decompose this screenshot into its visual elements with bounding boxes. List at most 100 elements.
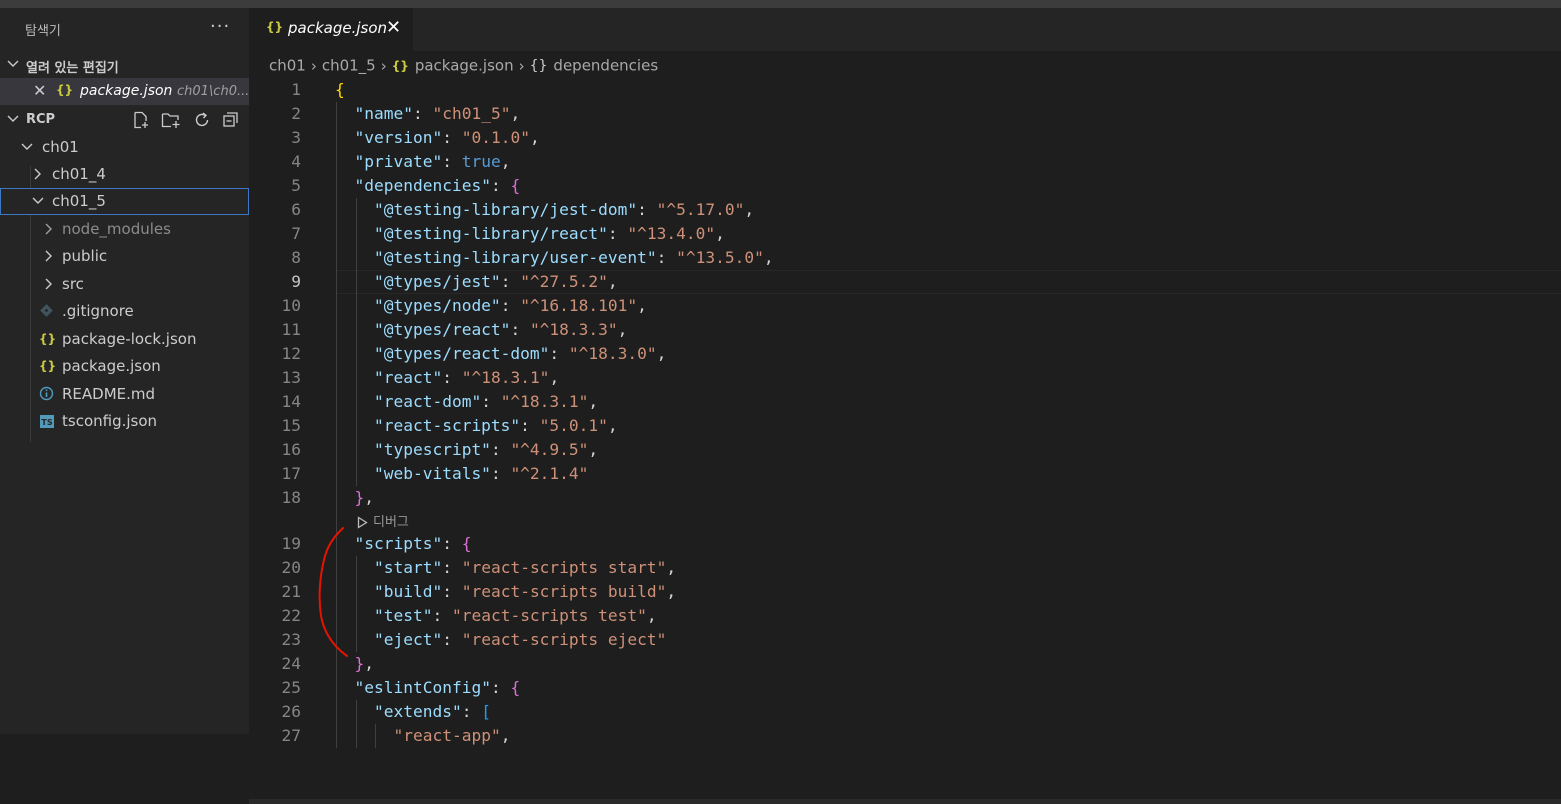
code-line: 23 "eject": "react-scripts eject" <box>249 628 1561 652</box>
indent-guide <box>355 198 357 486</box>
indent-guide <box>375 724 376 748</box>
line-number: 26 <box>281 702 302 721</box>
tree-item-label: tsconfig.json <box>62 412 158 430</box>
code-line: 18 }, <box>249 486 1561 510</box>
info-icon <box>39 386 54 401</box>
line-number: 9 <box>291 272 301 291</box>
close-icon[interactable]: ✕ <box>386 17 401 38</box>
line-text: "@testing-library/user-event": "^13.5.0"… <box>373 248 774 267</box>
chevron-down-icon <box>32 197 44 204</box>
horizontal-scrollbar[interactable] <box>249 799 1561 804</box>
line-number: 19 <box>281 534 302 553</box>
explorer-header: 탐색기 ··· <box>0 8 249 49</box>
chevron-down-icon <box>21 143 33 150</box>
tree-folder-public[interactable]: public <box>0 243 249 270</box>
code-line: 6 "@testing-library/jest-dom": "^5.17.0"… <box>249 198 1561 222</box>
more-actions-icon[interactable]: ··· <box>210 16 230 37</box>
tree-folder-node-modules[interactable]: node_modules <box>0 216 249 243</box>
code-line: 20 "start": "react-scripts start", <box>249 556 1561 580</box>
git-icon <box>40 304 53 317</box>
indent-guide <box>355 556 357 652</box>
open-editor-item-package-json[interactable]: ✕ {} package.json ch01\ch0... <box>0 78 249 105</box>
line-number: 15 <box>281 416 302 435</box>
codelens-label: 디버그 <box>373 515 409 530</box>
code-line: 7 "@testing-library/react": "^13.4.0", <box>249 222 1561 246</box>
code-line: 26 "extends": [ <box>249 700 1561 724</box>
open-editors-section-header[interactable]: 열려 있는 편집기 <box>0 52 249 80</box>
code-line: 3 "version": "0.1.0", <box>249 126 1561 150</box>
explorer-actions <box>132 111 247 133</box>
line-text: "build": "react-scripts build", <box>373 582 677 601</box>
line-text: "@types/jest": "^27.5.2", <box>373 272 618 291</box>
line-text: "name": "ch01_5", <box>354 104 521 123</box>
line-text: }, <box>354 488 375 507</box>
tree-file-gitignore[interactable]: .gitignore <box>0 298 249 325</box>
tree-item-label: ch01 <box>42 138 79 156</box>
typescript-icon: TS <box>40 415 54 428</box>
tree-item-label: README.md <box>62 385 156 403</box>
chevron-right-icon: › <box>518 56 525 75</box>
code-editor[interactable]: 1{ 2 "name": "ch01_5", 3 "version": "0.1.0… <box>249 78 1561 804</box>
tree-file-package-lock-json[interactable]: {} package-lock.json <box>0 326 249 353</box>
line-text: "react-app", <box>393 726 511 745</box>
tree-file-readme-md[interactable]: README.md <box>0 381 249 408</box>
new-folder-icon[interactable] <box>161 111 181 129</box>
line-text: { <box>335 80 345 99</box>
line-text: "test": "react-scripts test", <box>373 606 657 625</box>
chevron-right-icon <box>45 278 52 290</box>
tree-folder-ch01-5[interactable]: ch01_5 <box>0 188 249 215</box>
codelens-debug[interactable]: 디버그 <box>357 511 409 533</box>
code-line: 17 "web-vitals": "^2.1.4" <box>249 462 1561 486</box>
red-annotation-mark <box>318 527 348 657</box>
breadcrumb: ch01 › ch01_5 ›{} package.json ›{} dependencie… <box>269 56 658 76</box>
tree-folder-src[interactable]: src <box>0 271 249 298</box>
code-line: 13 "react": "^18.3.1", <box>249 366 1561 390</box>
line-text: "typescript": "^4.9.5", <box>373 440 599 459</box>
line-text: "@types/react-dom": "^18.3.0", <box>373 344 667 363</box>
tree-file-package-json[interactable]: {} package.json <box>0 353 249 380</box>
breadcrumb-item-ch01-5[interactable]: ch01_5 <box>322 57 376 75</box>
close-icon[interactable]: ✕ <box>33 81 46 100</box>
line-text: "@testing-library/jest-dom": "^5.17.0", <box>373 200 755 219</box>
tree-item-label: node_modules <box>62 220 171 238</box>
code-line: 16 "typescript": "^4.9.5", <box>249 438 1561 462</box>
line-number: 23 <box>281 630 302 649</box>
code-line: 1{ <box>249 78 1561 102</box>
code-line: 12 "@types/react-dom": "^18.3.0", <box>249 342 1561 366</box>
tree-folder-ch01-4[interactable]: ch01_4 <box>0 161 249 188</box>
line-text: "scripts": { <box>354 534 472 553</box>
code-line: 21 "build": "react-scripts build", <box>249 580 1561 604</box>
line-text: "@types/node": "^16.18.101", <box>373 296 647 315</box>
tree-folder-ch01[interactable]: ch01 <box>0 134 249 161</box>
line-number: 2 <box>291 104 301 123</box>
workspace-section-header[interactable]: RCP <box>0 107 249 135</box>
explorer-title: 탐색기 <box>25 24 61 39</box>
code-line: 11 "@types/react": "^18.3.3", <box>249 318 1561 342</box>
breadcrumb-item-package-json[interactable]: package.json <box>415 57 514 75</box>
line-text: "start": "react-scripts start", <box>373 558 677 577</box>
line-text: "react-dom": "^18.3.1", <box>373 392 599 411</box>
chevron-down-icon <box>7 60 19 67</box>
refresh-icon[interactable] <box>193 111 211 129</box>
json-file-icon: {} <box>266 20 284 34</box>
tree-item-label: package.json <box>62 357 161 375</box>
code-line: 14 "react-dom": "^18.3.1", <box>249 390 1561 414</box>
line-text: "react": "^18.3.1", <box>373 368 560 387</box>
collapse-all-icon[interactable] <box>222 111 240 129</box>
code-line: 8 "@testing-library/user-event": "^13.5.… <box>249 246 1561 270</box>
new-file-icon[interactable] <box>132 111 150 129</box>
open-editors-label: 열려 있는 편집기 <box>26 61 119 76</box>
tab-package-json[interactable]: {} package.json ✕ <box>249 8 413 51</box>
tree-file-tsconfig-json[interactable]: TS tsconfig.json <box>0 408 249 435</box>
line-number: 13 <box>281 368 302 387</box>
line-text: "dependencies": { <box>354 176 521 195</box>
line-text: "version": "0.1.0", <box>354 128 540 147</box>
breadcrumb-item-dependencies[interactable]: dependencies <box>553 57 658 75</box>
open-editor-name: package.json <box>80 83 173 99</box>
breadcrumb-item-ch01[interactable]: ch01 <box>269 57 306 75</box>
code-line: 19 "scripts": { <box>249 532 1561 556</box>
line-number: 6 <box>291 200 301 219</box>
line-number: 12 <box>281 344 302 363</box>
play-icon <box>357 516 368 529</box>
indent-guide <box>355 700 357 748</box>
